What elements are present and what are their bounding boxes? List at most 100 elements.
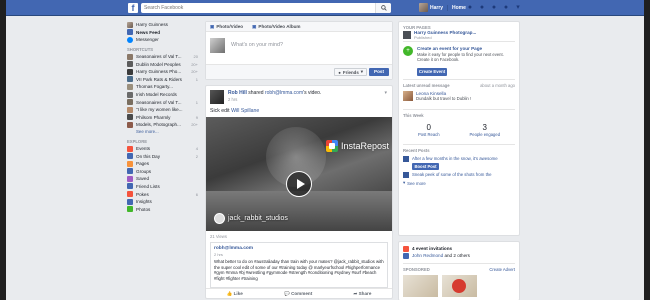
sidebar-shortcut[interactable]: Harry Guinness Pho... 20+: [127, 68, 200, 76]
audience-selector[interactable]: ● Friends ▾: [334, 68, 367, 76]
create-advert-link[interactable]: Create Advert: [489, 267, 515, 272]
sidebar-shortcut[interactable]: Philsom Pharmly 9: [127, 114, 200, 122]
share-icon: ➦: [353, 290, 358, 296]
camera-icon: ▣: [210, 23, 215, 29]
create-event-description: Make it easy for people to find your nex…: [417, 52, 504, 62]
sidebar-item-pokes[interactable]: Pokes 6: [127, 190, 200, 198]
profile-link[interactable]: Harry: [419, 3, 443, 12]
facebook-logo[interactable]: f: [128, 3, 138, 13]
recent-post-item[interactable]: Sneak peek of some of the shots from the: [403, 170, 515, 179]
composer-tabs: ▣ Photo/Video ▣ Photo/Video Album: [206, 22, 392, 32]
avatar: [210, 38, 225, 53]
like-button[interactable]: 👍 Like: [227, 291, 243, 297]
nav-icons: ● ● ● ● ▾: [466, 4, 522, 12]
home-link[interactable]: Home: [447, 5, 466, 11]
sidebar-item-insights[interactable]: Insights: [127, 198, 200, 206]
sidebar-item-groups[interactable]: Groups: [127, 168, 200, 176]
sidebar-profile[interactable]: Harry Guinness: [127, 21, 200, 29]
sidebar-item-saved[interactable]: Saved: [127, 175, 200, 183]
group-icon: [127, 99, 133, 106]
video-player[interactable]: InstaRepost jack_rabbit_studios: [206, 117, 392, 231]
sidebar-shortcut[interactable]: Seasonaires of Val T... 1: [127, 98, 200, 106]
help-icon[interactable]: ●: [502, 4, 510, 12]
sidebar-item-news-feed[interactable]: News Feed: [127, 29, 200, 37]
chevron-down-icon[interactable]: ▾: [384, 90, 387, 96]
recent-post-text: After a few months in the snow, it's awe…: [412, 156, 498, 161]
event-invitations[interactable]: 4 event invitations: [403, 245, 515, 252]
post-timestamp[interactable]: 2 hrs: [228, 97, 321, 102]
sidebar-item-events[interactable]: Events 4: [127, 145, 200, 153]
post-reach-stat[interactable]: 0 Post Reach: [418, 123, 440, 137]
sidebar-item-pages[interactable]: Pages: [127, 160, 200, 168]
account-menu-icon[interactable]: ▾: [514, 4, 522, 12]
sidebar-item-label: Groups: [136, 168, 152, 174]
sidebar-item-on-this-day[interactable]: On this Day 2: [127, 152, 200, 160]
boost-post-button[interactable]: Boost Post: [412, 163, 439, 170]
message-preview: Dundalk but travel to Dublin !: [416, 96, 472, 101]
composer-footer: ● Friends ▾ Post: [206, 64, 392, 79]
ad-image[interactable]: [403, 275, 438, 297]
group-icon: [127, 53, 133, 60]
messages-icon[interactable]: ●: [478, 4, 486, 12]
video-watermark: jack_rabbit_studios: [214, 213, 288, 224]
notifications-icon[interactable]: ●: [490, 4, 498, 12]
sidebar-shortcut[interactable]: Models, Photograph... 20+: [127, 121, 200, 129]
chevron-down-icon: ▾: [403, 180, 406, 185]
composer-body[interactable]: What's on your mind?: [206, 32, 392, 62]
sidebar-item-label: Dublin Model Peoples: [136, 61, 181, 67]
notification-count: 1: [195, 99, 198, 105]
search-input[interactable]: [141, 3, 373, 13]
inviter-name[interactable]: John Redmond: [412, 253, 443, 258]
post-author[interactable]: Rob Hill: [228, 90, 247, 96]
sidebar-item-messenger[interactable]: Messenger: [127, 36, 200, 44]
photos-icon: [127, 206, 133, 213]
tab-photo-video-album[interactable]: ▣ Photo/Video Album: [252, 24, 300, 30]
sidebar-item-label: Saved: [136, 176, 150, 182]
sidebar-shortcut[interactable]: Irish Model Records: [127, 91, 200, 99]
sponsored-header: SPONSORED Create Advert: [403, 263, 515, 272]
page-icon: [127, 68, 133, 75]
like-label: Like: [233, 290, 243, 296]
sidebar-shortcut[interactable]: Dublin Model Peoples 20+: [127, 60, 200, 68]
saved-icon: [127, 175, 133, 182]
recent-post-item[interactable]: After a few months in the snow, it's awe…: [403, 154, 515, 163]
sidebar-shortcut[interactable]: "I like my women like...: [127, 106, 200, 114]
events-icon: [127, 145, 133, 152]
friend-requests-icon[interactable]: ●: [466, 4, 474, 12]
create-event-title[interactable]: Create an event for your Page: [417, 46, 515, 51]
comment-button[interactable]: 💬 Comment: [284, 291, 312, 297]
share-button[interactable]: ➦ Share: [353, 291, 371, 297]
tab-photo-video[interactable]: ▣ Photo/Video: [210, 24, 243, 30]
latest-message-heading: Latest unread message about a month ago: [403, 83, 515, 89]
ad-image[interactable]: [442, 275, 477, 297]
sidebar-item-label: "I like my women like...: [136, 107, 183, 113]
tagged-user-link[interactable]: Will Spillane: [231, 108, 259, 114]
sidebar-item-photos[interactable]: Photos: [127, 205, 200, 213]
sidebar-item-label: On this Day: [136, 153, 160, 159]
people-engaged-stat[interactable]: 3 People engaged: [470, 123, 501, 137]
friends-icon: ●: [338, 69, 341, 75]
sidebar-shortcut[interactable]: VII Park Rats & Riders 1: [127, 76, 200, 84]
shared-post-author[interactable]: robh@lmma.com: [214, 246, 384, 251]
notification-count: 20+: [191, 69, 198, 75]
page-item[interactable]: Harry Guinness Photograp... Published: [403, 30, 515, 42]
instarepost-logo-icon: [326, 140, 338, 152]
group-icon: [127, 83, 133, 90]
status-input[interactable]: What's on your mind?: [231, 38, 283, 48]
search-button[interactable]: [375, 3, 391, 13]
see-more-shortcuts-link[interactable]: See more...: [127, 129, 200, 136]
sidebar-shortcut[interactable]: Seasonaires of Val T... 20: [127, 53, 200, 61]
avatar[interactable]: [210, 90, 224, 104]
notification-count: 1: [195, 76, 198, 82]
post-button[interactable]: Post: [369, 68, 389, 76]
play-button[interactable]: [286, 171, 312, 197]
avatar: [419, 3, 428, 12]
sidebar-shortcut[interactable]: Thomas Fogarty...: [127, 83, 200, 91]
create-event-button[interactable]: Create Event: [417, 68, 447, 76]
shared-post-time[interactable]: 2 hrs: [214, 252, 384, 257]
shared-source-link[interactable]: robh@lmma.com: [265, 90, 303, 96]
message-item[interactable]: Leona Kinsella Dundalk but travel to Dub…: [403, 91, 515, 101]
sidebar-item-friend-lists[interactable]: Friend Lists: [127, 183, 200, 191]
see-more-link[interactable]: ▾ See more: [403, 180, 515, 186]
sidebar-item-label: Philsom Pharmly: [136, 114, 171, 120]
